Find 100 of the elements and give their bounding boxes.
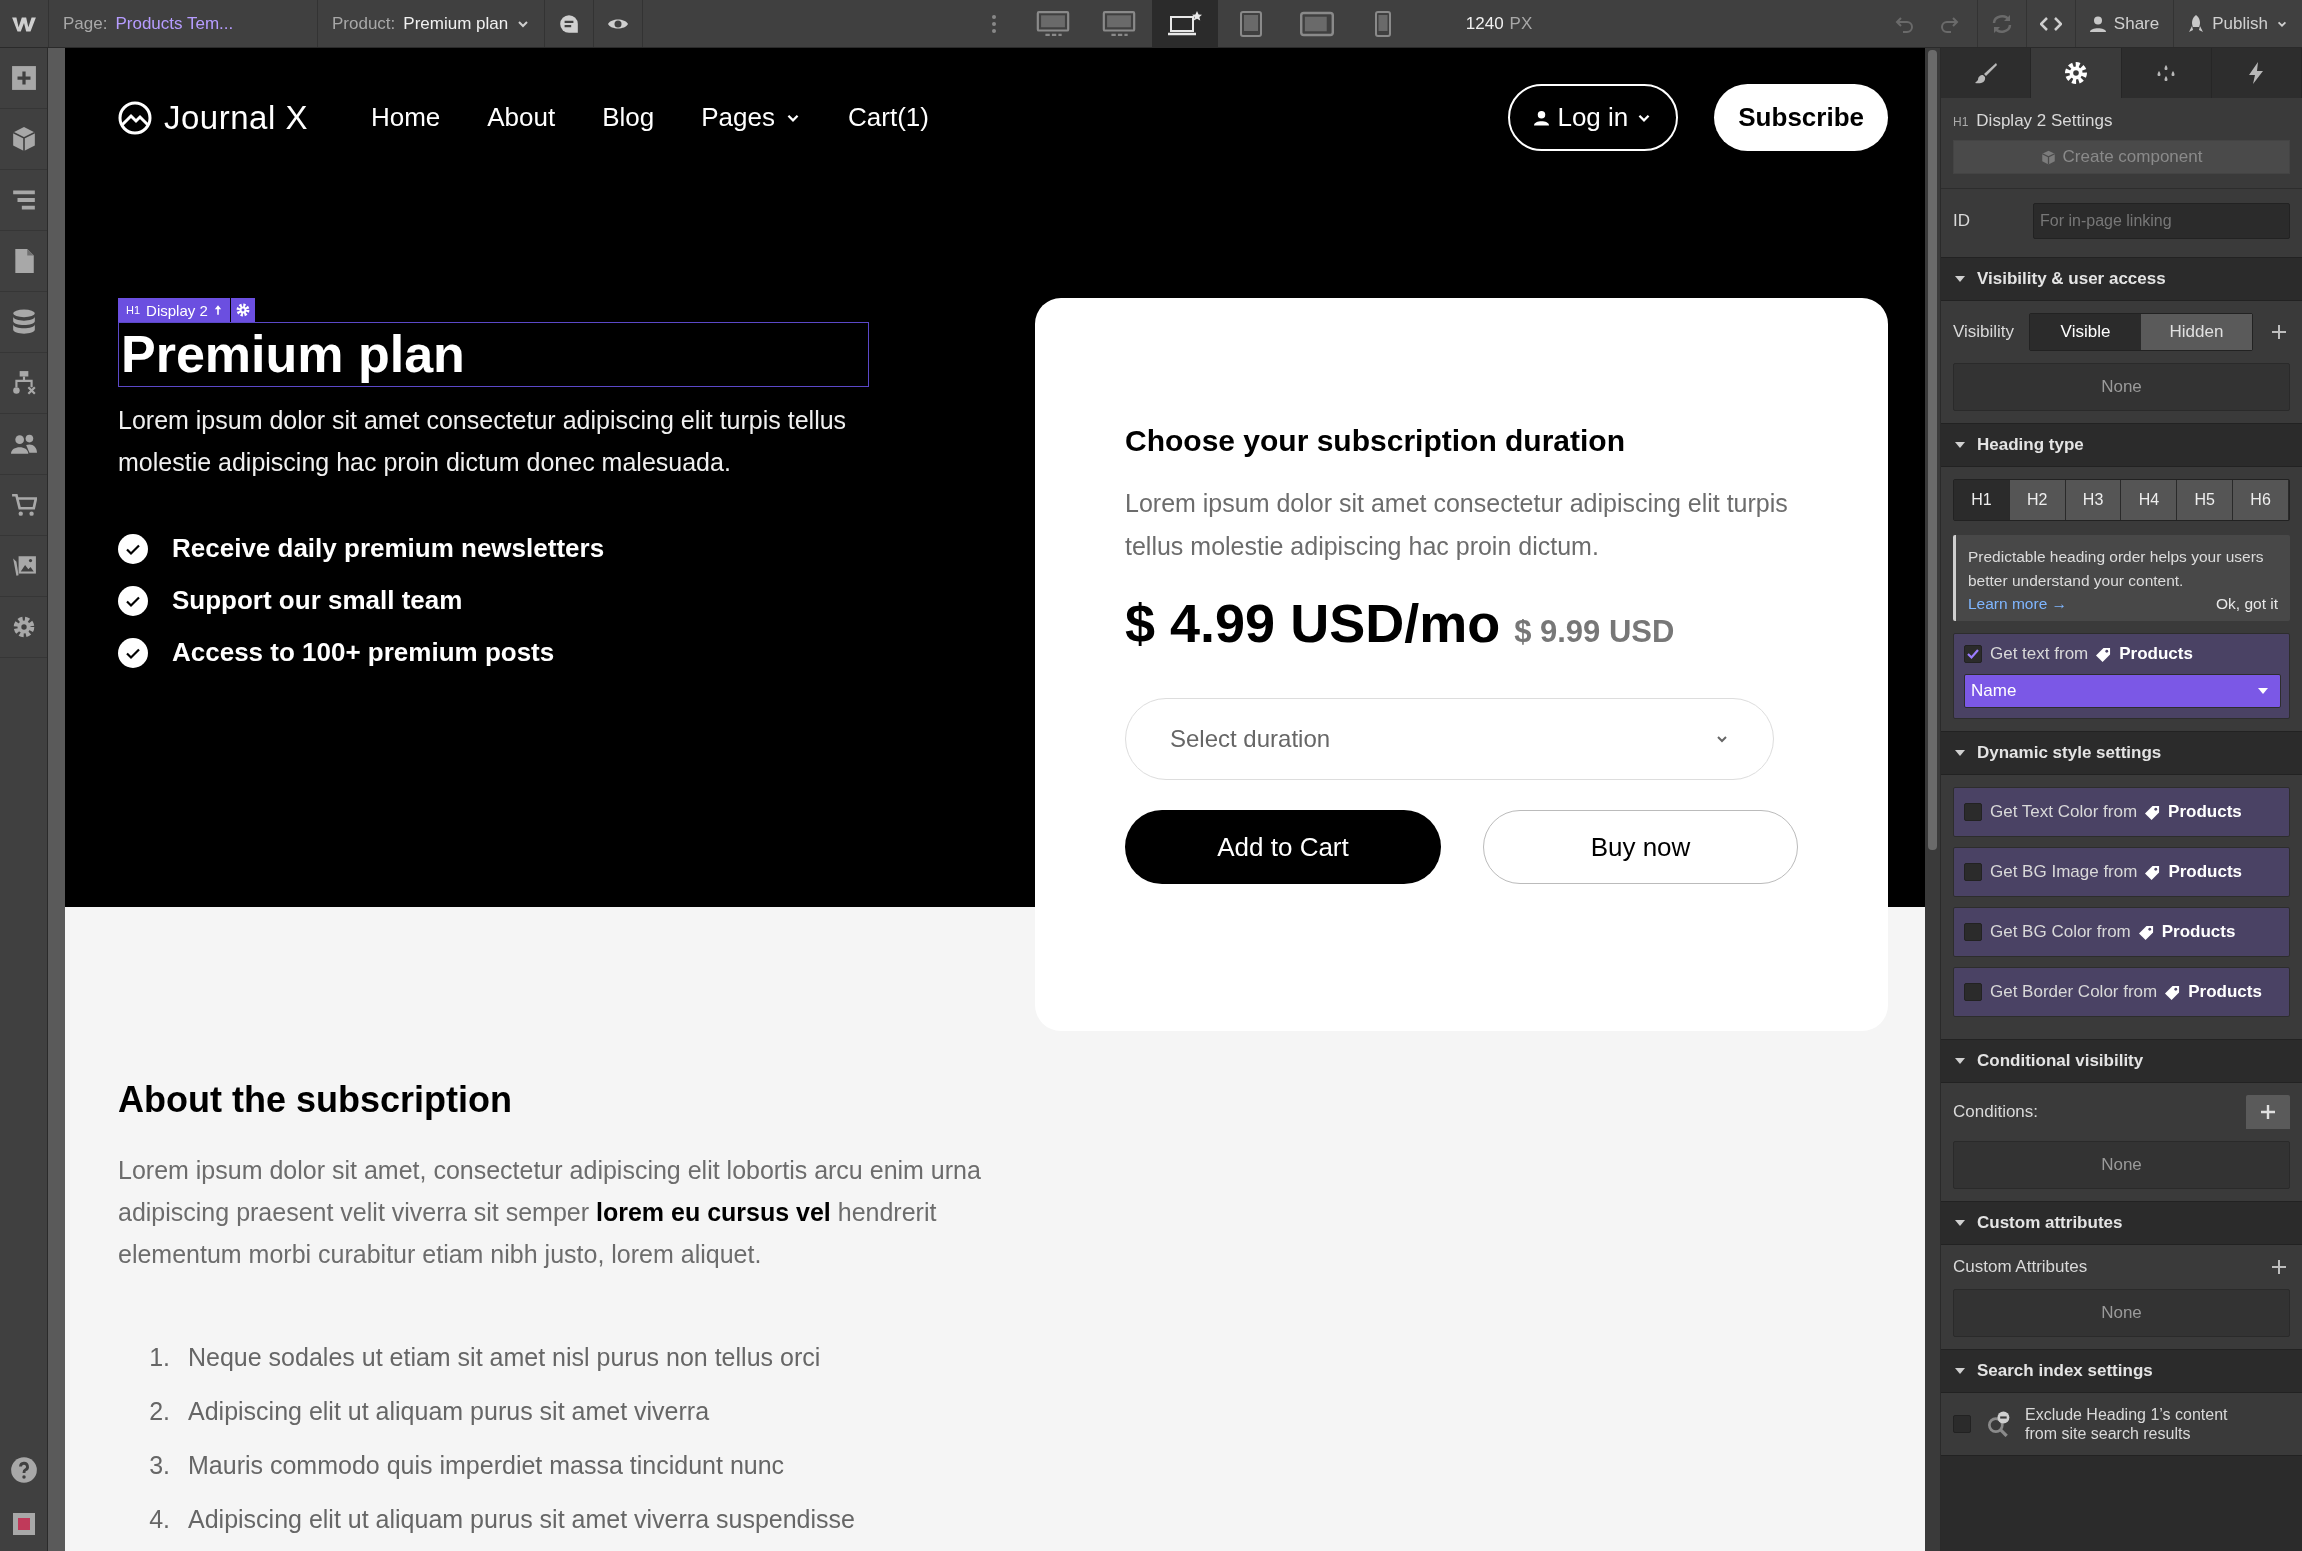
conditions-label: Conditions: [1953,1102,2039,1122]
cube-icon[interactable] [10,126,37,152]
tag-icon [2145,804,2161,820]
images-icon[interactable] [10,553,37,579]
comment-icon[interactable] [558,12,581,35]
dynamic-style-label: Get Text Color from [1990,802,2138,822]
collection-name: Products [2161,922,2236,942]
list-number: 3. [148,1450,170,1481]
nav-link[interactable]: Cart(1) [848,102,929,133]
element-label[interactable]: H1 Display 2 [118,298,230,322]
brush-icon[interactable] [1973,61,1998,85]
panel-title: Display 2 Settings [1976,111,2113,131]
cube-icon [2040,149,2056,165]
plus-icon[interactable] [2272,325,2286,339]
collection-name: Products [2168,862,2243,882]
dynamic-style-label: Get BG Image from [1990,862,2138,882]
section-header[interactable]: Heading type [1941,423,2302,467]
settings-icon[interactable] [2063,61,2088,85]
checkbox[interactable] [1964,863,1982,881]
nav-link[interactable]: Home [370,102,441,133]
more-vertical-icon[interactable] [991,13,996,34]
heading-level-button[interactable]: H1 [1954,480,2010,520]
element-settings-button[interactable] [230,298,255,322]
add-to-cart-button[interactable]: Add to Cart [1125,810,1441,884]
exclude-label: Exclude Heading 1’s content from site search results [2025,1405,2229,1443]
checkbox[interactable] [1964,803,1982,821]
login-button[interactable]: Log in [1508,84,1679,151]
nav-link[interactable]: Pages [701,102,801,133]
nav-link[interactable]: Blog [602,102,655,133]
tag-icon [2145,864,2161,880]
help-icon[interactable] [9,1456,38,1484]
page-name[interactable]: Products Tem... [115,13,234,34]
learn-more-link[interactable]: Learn more → [1968,595,2068,613]
plus-icon[interactable] [2272,1260,2286,1274]
logo-text[interactable]: Journal X [164,98,308,137]
tablet-landscape-icon[interactable] [1299,10,1334,37]
search-minus-icon [1985,1411,2011,1437]
price: $ 4.99 USD/mo [1125,592,1501,654]
product-name[interactable]: Premium plan [403,13,509,34]
check-circle-icon [118,533,148,564]
collection-name: Products [2168,802,2242,822]
product-label: Product: [332,13,396,34]
plus-icon [2261,1105,2275,1119]
scrollbar[interactable] [1928,50,1937,850]
old-price: $ 9.99 USD [1514,614,1675,650]
visibility-option[interactable]: Hidden [2141,314,2252,350]
feature-item: Receive daily premium newsletters [172,533,605,564]
cart-icon[interactable] [10,492,37,518]
nav-link[interactable]: About [487,102,556,133]
desktop-icon[interactable] [1035,10,1070,37]
canvas-width: 1240 [1465,13,1504,34]
heading-level-button[interactable]: H2 [2009,480,2066,520]
heading-level-button[interactable]: H4 [2121,480,2178,520]
laptop-star-icon[interactable] [1167,10,1202,37]
logo-mountain-icon [118,100,152,135]
empty-state: None [1953,1141,2290,1189]
stop-icon[interactable] [11,1512,36,1536]
section-heading: About the subscription [118,1079,513,1121]
visibility-option[interactable]: Visible [2030,314,2141,350]
list-item: Neque sodales ut etiam sit amet nisl purus non tellus orci [188,1342,821,1373]
id-field[interactable]: For in-page linking [2033,203,2290,239]
desktop-icon[interactable] [1101,10,1136,37]
list-number: 2. [148,1396,170,1427]
add-condition-button[interactable] [2246,1095,2290,1129]
dismiss-link[interactable]: Ok, got it [2215,595,2278,613]
checkbox[interactable] [1953,1415,1971,1433]
symbol-icon [213,305,222,315]
card-paragraph: Lorem ipsum dolor sit amet consectetur adipiscing elit turpis tellus molestie adipiscing hac proin dictum. [1125,488,1789,562]
list-number: 4. [148,1504,170,1535]
tag-icon [2096,646,2112,662]
about-paragraph: Lorem ipsum dolor sit amet, consectetur adipiscing elit lobortis arcu enim urna adipiscing praesent velit viverra sit semper lorem eu cursus vel hendrerit elementum morbi curabitur etiam nibh justo, lorem aliquet. [118,1155,982,1270]
check-circle-icon [118,637,148,668]
subscribe-button[interactable]: Subscribe [1714,84,1888,151]
checkbox[interactable] [1964,923,1982,941]
heading-level-button[interactable]: H5 [2177,480,2234,520]
code-icon[interactable] [2039,15,2062,32]
section-header[interactable]: Visibility & user access [1941,257,2302,301]
share-button[interactable]: Share [2089,13,2160,34]
visibility-label: Visibility [1953,322,2016,342]
heading-level-button[interactable]: H3 [2065,480,2122,520]
heading-level-button[interactable]: H6 [2233,480,2289,520]
section-header[interactable]: Dynamic style settings [1941,731,2302,775]
section-header[interactable]: Custom attributes [1941,1201,2302,1245]
checkbox[interactable] [1964,983,1982,1001]
flow-icon[interactable] [10,370,37,396]
section-header[interactable]: Search index settings [1941,1349,2302,1393]
buy-now-button[interactable]: Buy now [1483,810,1798,884]
publish-button[interactable]: Publish [2188,13,2288,34]
section-header[interactable]: Conditional visibility [1941,1039,2302,1083]
field-select[interactable]: Name [1964,674,2281,708]
page-heading: Premium plan [118,322,869,387]
add-icon[interactable] [10,65,37,91]
tag-icon [2138,924,2154,940]
tip-text: Predictable heading order helps your users better understand your content. [1968,547,2265,591]
checkbox[interactable] [1964,645,1982,663]
list-item: Adipiscing elit ut aliquam purus sit amet viverra suspendisse [188,1504,855,1535]
hero-paragraph: Lorem ipsum dolor sit amet consectetur adipiscing elit turpis tellus molestie adipiscing hac proin dictum donec malesuada. [118,405,848,478]
tag-icon [2165,984,2181,1000]
attributes-label: Custom Attributes [1953,1257,2088,1277]
database-icon[interactable] [10,309,37,335]
